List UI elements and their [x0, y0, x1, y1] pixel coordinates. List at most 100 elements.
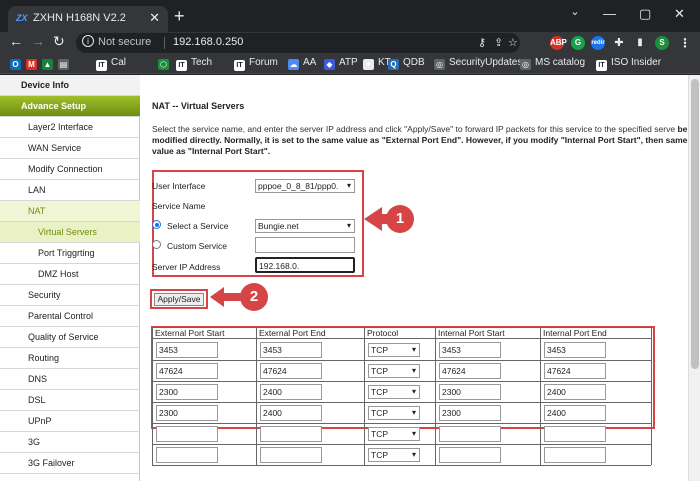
- service-select[interactable]: Bungie.net ▾: [255, 219, 355, 233]
- bookmark-qdb[interactable]: Q QDB: [388, 57, 425, 70]
- custom-service-input[interactable]: [255, 237, 355, 253]
- port-input[interactable]: [156, 447, 218, 463]
- bookmark-gmail[interactable]: M: [26, 57, 41, 70]
- bookmark-drive[interactable]: ▲: [42, 57, 57, 70]
- bookmark-green[interactable]: ⬡: [158, 57, 173, 70]
- it-icon: IT: [234, 60, 245, 71]
- port-input[interactable]: 3453: [156, 342, 218, 358]
- sidebar-item-virtual-servers[interactable]: Virtual Servers: [0, 222, 140, 243]
- sidebar-item-dns[interactable]: DNS: [0, 369, 140, 390]
- sidebar-item-quality-of-service[interactable]: Quality of Service: [0, 327, 140, 348]
- menu-kebab-icon[interactable]: ⋮: [678, 36, 692, 50]
- sidebar-item-dsl[interactable]: DSL: [0, 390, 140, 411]
- sidebar-item-3g-failover[interactable]: 3G Failover: [0, 453, 140, 474]
- minimize-button[interactable]: —: [603, 6, 616, 21]
- share-icon[interactable]: ⇪: [494, 36, 503, 49]
- protocol-select[interactable]: TCP ▾: [368, 427, 420, 441]
- bookmark-securityupdates[interactable]: ◎ SecurityUpdates: [434, 57, 522, 70]
- profile-avatar[interactable]: S: [655, 36, 669, 50]
- sidebar-item-modify-connection[interactable]: Modify Connection: [0, 159, 140, 180]
- sidebar-panel-icon[interactable]: ▮: [633, 36, 647, 50]
- reload-icon[interactable]: ↻: [53, 33, 65, 50]
- back-arrow-icon[interactable]: ←: [9, 33, 23, 49]
- port-input[interactable]: 47624: [439, 363, 501, 379]
- adblock-icon[interactable]: ABP: [550, 36, 567, 50]
- bookmark-ms-catalog[interactable]: ◎ MS catalog: [520, 57, 585, 70]
- sidebar-item-port-triggrting[interactable]: Port Triggrting: [0, 243, 140, 264]
- port-input[interactable]: [544, 447, 606, 463]
- port-input[interactable]: [260, 426, 322, 442]
- custom-service-radio[interactable]: [152, 240, 161, 249]
- protocol-select[interactable]: TCP ▾: [368, 364, 420, 378]
- extensions-puzzle-icon[interactable]: ✚: [612, 36, 626, 50]
- apply-save-button[interactable]: Apply/Save: [154, 293, 204, 306]
- sidebar-item-advance-setup[interactable]: Advance Setup: [0, 96, 140, 117]
- tab-search-icon[interactable]: ⌄: [566, 5, 584, 23]
- bookmark-atp[interactable]: ◆ ATP: [324, 57, 358, 70]
- key-icon[interactable]: ⚷: [478, 36, 486, 49]
- bookmark-kt[interactable]: ✦ KT: [363, 57, 391, 70]
- protocol-select[interactable]: TCP ▾: [368, 343, 420, 357]
- port-input[interactable]: 2400: [260, 384, 322, 400]
- bookmark-forum[interactable]: IT Forum: [234, 57, 278, 71]
- scrollbar-thumb[interactable]: [691, 79, 699, 369]
- port-input[interactable]: 2300: [439, 405, 501, 421]
- port-input[interactable]: 47624: [156, 363, 218, 379]
- protocol-select[interactable]: TCP ▾: [368, 385, 420, 399]
- server-ip-input[interactable]: 192.168.0.: [255, 257, 355, 273]
- bookmark-cal[interactable]: IT Cal: [96, 57, 126, 71]
- url-text[interactable]: 192.168.0.250: [173, 36, 243, 48]
- port-input[interactable]: 3453: [439, 342, 501, 358]
- forward-arrow-icon[interactable]: →: [31, 33, 45, 49]
- sidebar-item-routing[interactable]: Routing: [0, 348, 140, 369]
- close-window-button[interactable]: ✕: [674, 6, 685, 22]
- sidebar-item-upnp[interactable]: UPnP: [0, 411, 140, 432]
- sidebar-item-wan-service[interactable]: WAN Service: [0, 138, 140, 159]
- protocol-value: TCP: [371, 387, 388, 397]
- port-input[interactable]: 2300: [439, 384, 501, 400]
- bookmark-iso-insider[interactable]: IT ISO Insider: [596, 57, 661, 71]
- select-service-radio[interactable]: [152, 220, 161, 229]
- sidebar-item-nat[interactable]: NAT: [0, 201, 140, 222]
- user-interface-select[interactable]: pppoe_0_8_81/ppp0. ▾: [255, 179, 355, 193]
- sidebar-item-device-info[interactable]: Device Info: [0, 75, 140, 96]
- port-input[interactable]: [156, 426, 218, 442]
- page-scrollbar[interactable]: [688, 75, 700, 481]
- port-input[interactable]: 2400: [544, 405, 606, 421]
- info-icon[interactable]: i: [82, 35, 94, 47]
- sidebar-item-security[interactable]: Security: [0, 285, 140, 306]
- bookmark-tech[interactable]: IT Tech: [176, 57, 212, 71]
- protocol-select[interactable]: TCP ▾: [368, 406, 420, 420]
- maximize-button[interactable]: ▢: [639, 6, 651, 22]
- green-icon: ⬡: [158, 59, 169, 70]
- sidebar-item-parental-control[interactable]: Parental Control: [0, 306, 140, 327]
- grammarly-icon[interactable]: G: [571, 36, 585, 50]
- protocol-value: TCP: [371, 429, 388, 439]
- browser-tab[interactable]: ZX ZXHN H168N V2.2 ✕: [8, 6, 168, 32]
- port-input[interactable]: 2400: [260, 405, 322, 421]
- port-input[interactable]: [439, 426, 501, 442]
- port-input[interactable]: [260, 447, 322, 463]
- sidebar-item-dmz-host[interactable]: DMZ Host: [0, 264, 140, 285]
- address-bar[interactable]: i Not secure 192.168.0.250 ⚷ ⇪ ☆: [76, 33, 520, 53]
- new-tab-button[interactable]: +: [174, 6, 185, 27]
- port-input[interactable]: 3453: [544, 342, 606, 358]
- redirect-icon[interactable]: redir: [591, 36, 605, 50]
- port-input[interactable]: 2300: [156, 405, 218, 421]
- sidebar-item-layer2-interface[interactable]: Layer2 Interface: [0, 117, 140, 138]
- bookmark-outlook[interactable]: O: [10, 57, 25, 70]
- port-input[interactable]: 47624: [260, 363, 322, 379]
- protocol-select[interactable]: TCP ▾: [368, 448, 420, 462]
- port-input[interactable]: 3453: [260, 342, 322, 358]
- bookmark-aa[interactable]: ☁ AA: [288, 57, 316, 70]
- port-input[interactable]: 47624: [544, 363, 606, 379]
- sidebar-item-3g[interactable]: 3G: [0, 432, 140, 453]
- sidebar-item-lan[interactable]: LAN: [0, 180, 140, 201]
- bookmark-sheets[interactable]: ▤: [58, 57, 73, 70]
- port-input[interactable]: 2300: [156, 384, 218, 400]
- tab-close-icon[interactable]: ✕: [149, 10, 160, 26]
- port-input[interactable]: [439, 447, 501, 463]
- port-input[interactable]: [544, 426, 606, 442]
- bookmark-star-icon[interactable]: ☆: [508, 36, 518, 49]
- port-input[interactable]: 2400: [544, 384, 606, 400]
